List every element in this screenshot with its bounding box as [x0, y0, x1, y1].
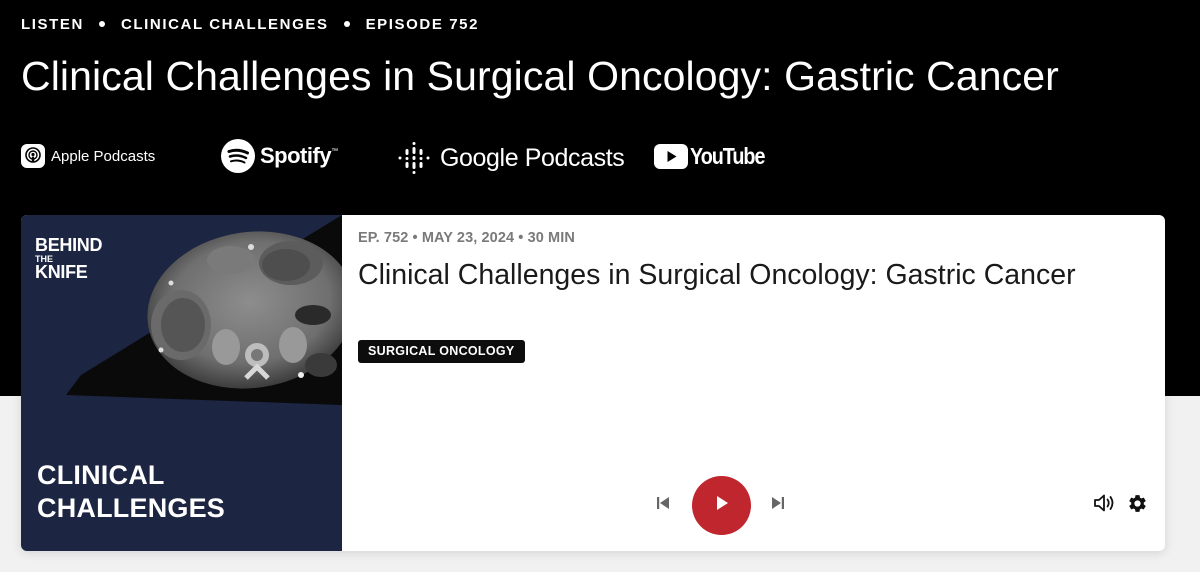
logo-line-behind: BEHIND	[35, 235, 103, 255]
google-podcasts-label: Google Podcasts	[440, 143, 625, 172]
breadcrumb-episode: EPISODE 752	[365, 15, 480, 33]
breadcrumb-separator	[98, 21, 105, 27]
skip-next-icon	[771, 496, 785, 515]
youtube-label: YouTube	[690, 143, 765, 169]
apple-podcasts-label: Apple Podcasts	[51, 147, 156, 165]
page-title: Clinical Challenges in Surgical Oncology…	[21, 53, 1059, 99]
episode-meta: EP. 752 • MAY 23, 2024 • 30 MIN	[358, 230, 575, 246]
apple-podcasts-link[interactable]: Apple Podcasts	[21, 144, 155, 168]
behind-the-knife-logo: BEHIND THE KNIFE	[35, 235, 103, 282]
skip-next-button[interactable]	[767, 494, 789, 516]
skip-previous-icon	[656, 496, 670, 515]
youtube-icon	[654, 144, 688, 169]
breadcrumb-separator	[343, 21, 350, 27]
apple-podcasts-icon	[21, 144, 45, 168]
breadcrumb-clinical-challenges[interactable]: CLINICAL CHALLENGES	[121, 16, 329, 33]
spotify-icon	[221, 139, 255, 173]
series-line-1: CLINICAL	[37, 460, 165, 490]
spotify-link[interactable]: Spotify ™	[221, 139, 338, 173]
breadcrumb-listen[interactable]: LISTEN	[21, 16, 84, 33]
logo-line-knife: KNIFE	[35, 262, 88, 282]
series-line-2: CHALLENGES	[37, 493, 226, 523]
spotify-label: Spotify	[260, 143, 332, 168]
volume-icon	[1093, 493, 1115, 518]
google-podcasts-link[interactable]: Google Podcasts	[398, 142, 625, 174]
trademark-mark: ™	[331, 147, 339, 155]
episode-title[interactable]: Clinical Challenges in Surgical Oncology…	[358, 255, 1078, 296]
settings-button[interactable]	[1125, 494, 1149, 518]
play-icon	[713, 494, 731, 517]
youtube-link[interactable]: YouTube	[654, 143, 777, 170]
skip-previous-button[interactable]	[652, 494, 674, 516]
platform-links: Apple Podcasts Spotify ™ Google Podcasts…	[0, 130, 1200, 186]
volume-button[interactable]	[1092, 494, 1116, 516]
category-tag[interactable]: SURGICAL ONCOLOGY	[358, 340, 525, 363]
breadcrumb: LISTEN CLINICAL CHALLENGES EPISODE 752	[21, 14, 479, 34]
google-podcasts-icon	[398, 142, 430, 174]
play-button[interactable]	[692, 476, 751, 535]
episode-artwork: BEHIND THE KNIFE CLINICAL CHALLENGES	[21, 215, 342, 551]
episode-player-card: BEHIND THE KNIFE CLINICAL CHALLENGES EP.…	[21, 215, 1165, 551]
settings-gear-icon	[1127, 493, 1148, 519]
series-name: CLINICAL CHALLENGES	[37, 459, 225, 525]
